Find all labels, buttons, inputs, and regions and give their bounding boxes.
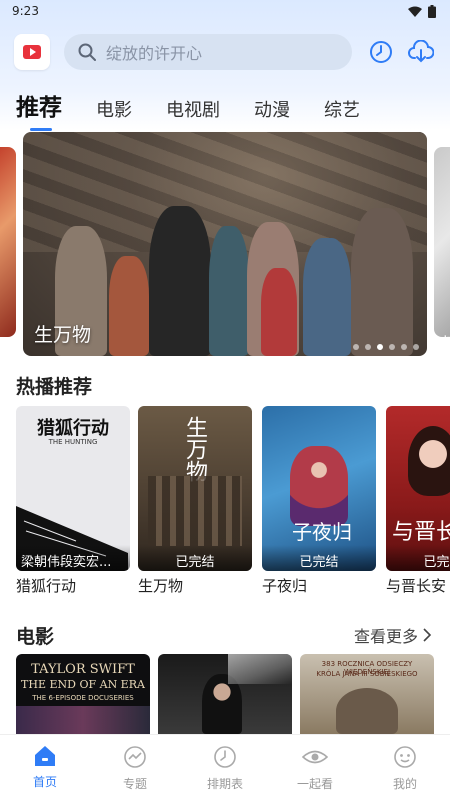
hot-badge: 已完结 <box>386 545 450 571</box>
poster-line-3: THE 6-EPISODE DOCUSERIES <box>32 694 134 702</box>
poster-title-art: 与晋长安 <box>392 520 450 545</box>
search-icon <box>78 43 96 61</box>
hot-item[interactable]: 生万物 已完结 生万物 <box>138 406 252 596</box>
hot-list: 猎狐行动 THE HUNTING 梁朝伟段奕宏... 猎狐行动 生万物 已完结 … <box>16 406 450 596</box>
movie-poster[interactable]: 383 ROCZNICA ODSIECZY WIEDEŃSKIEJ KRÓLA … <box>300 654 434 734</box>
nav-label: 专题 <box>122 777 147 791</box>
hot-item[interactable]: 猎狐行动 THE HUNTING 梁朝伟段奕宏... 猎狐行动 <box>16 406 130 596</box>
tab-anime[interactable]: 动漫 <box>254 96 290 122</box>
trend-icon <box>124 746 146 768</box>
tab-tv[interactable]: 电视剧 <box>166 96 220 122</box>
status-icons <box>408 4 436 18</box>
battery-icon <box>428 4 436 18</box>
clock-icon <box>214 746 236 768</box>
top-header: 绽放的许开心 <box>14 33 436 71</box>
tab-recommend[interactable]: 推荐 <box>16 88 62 131</box>
poster-line-2: THE END OF AN ERA <box>21 678 145 691</box>
nav-label: 一起看 <box>296 777 333 791</box>
hot-item-name: 与晋长安 <box>386 577 447 595</box>
hot-item[interactable]: 子夜归 已完结 子夜归 <box>262 406 376 596</box>
hot-item[interactable]: 与晋长安 已完结 与晋长安 <box>386 406 450 596</box>
hot-item-name: 生万物 <box>138 577 184 595</box>
download-button[interactable] <box>408 39 434 65</box>
poster-title-art: 猎狐行动 <box>37 418 109 439</box>
tab-variety[interactable]: 综艺 <box>324 96 360 122</box>
movie-poster[interactable]: TAYLOR SWIFT THE END OF AN ERA THE 6-EPI… <box>16 654 150 734</box>
bottom-nav: 首页 专题 排期表 一起看 我的 <box>0 734 450 800</box>
carousel-dots <box>353 344 419 350</box>
status-bar: 9:23 <box>0 0 450 22</box>
poster-subtitle: THE HUNTING <box>48 438 98 446</box>
hot-poster[interactable]: 子夜归 已完结 <box>262 406 376 571</box>
tab-movie[interactable]: 电影 <box>96 96 132 122</box>
poster-line-1: TAYLOR SWIFT <box>31 662 135 677</box>
banner-slide[interactable]: 生万物 <box>23 132 427 356</box>
carousel-dot[interactable] <box>389 344 395 350</box>
play-logo-icon <box>23 45 41 59</box>
history-button[interactable] <box>368 39 394 65</box>
nav-topics[interactable]: 专题 <box>100 745 170 792</box>
poster-title-art: 生万物 <box>182 416 207 482</box>
poster-figure-art <box>408 426 450 496</box>
hot-poster[interactable]: 与晋长安 已完结 <box>386 406 450 571</box>
search-placeholder: 绽放的许开心 <box>106 44 203 63</box>
hot-poster[interactable]: 猎狐行动 THE HUNTING 梁朝伟段奕宏... <box>16 406 130 571</box>
cloud-download-icon <box>408 40 434 63</box>
hot-item-name: 猎狐行动 <box>16 577 77 595</box>
banner-prev-card[interactable] <box>0 147 16 337</box>
hot-badge: 已完结 <box>262 545 376 571</box>
category-tabs: 推荐 电影 电视剧 动漫 综艺 <box>16 82 394 131</box>
nav-watch-together[interactable]: 一起看 <box>280 745 350 792</box>
more-link-label: 查看更多 <box>353 627 418 646</box>
carousel-dot[interactable] <box>377 344 383 350</box>
hot-poster[interactable]: 生万物 已完结 <box>138 406 252 571</box>
eye-icon <box>302 750 328 764</box>
search-input[interactable]: 绽放的许开心 <box>64 34 352 70</box>
hot-item-name: 子夜归 <box>262 577 308 595</box>
carousel-dot[interactable] <box>401 344 407 350</box>
carousel-dot[interactable] <box>413 344 419 350</box>
poster-art <box>16 706 150 734</box>
movie-more-link[interactable]: 查看更多 <box>354 623 432 647</box>
home-icon <box>35 746 55 766</box>
status-time: 9:23 <box>12 4 39 18</box>
poster-figure-art <box>290 446 348 526</box>
movie-section-title: 电影 <box>16 626 55 648</box>
nav-label: 排期表 <box>206 777 243 791</box>
poster-title-art: 子夜归 <box>292 520 352 544</box>
poster-art <box>228 654 292 684</box>
profile-icon <box>394 746 416 768</box>
carousel-dot[interactable] <box>365 344 371 350</box>
banner-next-card[interactable]: 归 <box>434 147 450 353</box>
banner-next-peek-text: 归 <box>440 334 450 353</box>
poster-art <box>336 688 398 734</box>
hot-section-title: 热播推荐 <box>16 376 93 398</box>
wifi-icon <box>408 6 422 17</box>
poster-line-2: KRÓLA JANA III SOBIESKIEGO <box>316 670 418 678</box>
nav-label: 首页 <box>32 775 57 789</box>
poster-crowd-art <box>148 476 242 546</box>
nav-home[interactable]: 首页 <box>10 745 80 790</box>
carousel-dot[interactable] <box>353 344 359 350</box>
banner-carousel: 生万物 归 <box>0 130 450 356</box>
nav-schedule[interactable]: 排期表 <box>190 745 260 792</box>
hot-badge: 梁朝伟段奕宏... <box>16 545 130 571</box>
nav-label: 我的 <box>392 777 417 791</box>
nav-profile[interactable]: 我的 <box>370 745 440 792</box>
banner-title: 生万物 <box>34 324 92 346</box>
app-logo[interactable] <box>14 34 50 70</box>
hot-badge: 已完结 <box>138 545 252 571</box>
chevron-right-icon <box>423 628 432 642</box>
banner-image <box>53 182 423 356</box>
movie-poster[interactable] <box>158 654 292 734</box>
history-clock-icon <box>370 41 392 63</box>
movie-list: TAYLOR SWIFT THE END OF AN ERA THE 6-EPI… <box>16 654 450 734</box>
